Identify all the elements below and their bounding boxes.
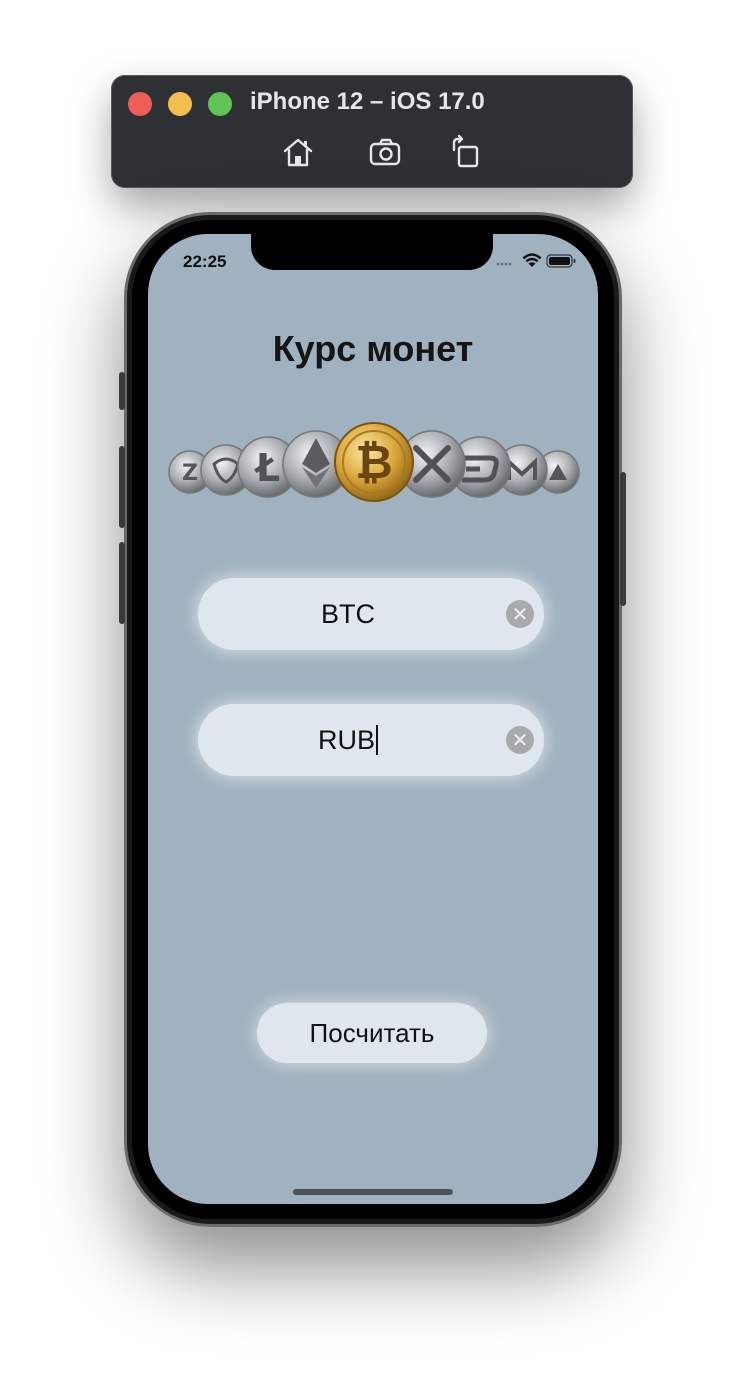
bitcoin-coin: ₿ (334, 422, 414, 502)
volume-down-button (119, 542, 125, 624)
text-cursor (376, 724, 378, 755)
svg-text:₿: ₿ (355, 435, 393, 489)
power-button (620, 472, 626, 606)
home-indicator[interactable] (293, 1189, 453, 1195)
close-window-button[interactable] (128, 92, 152, 116)
minimize-window-button[interactable] (168, 92, 192, 116)
crypto-coins-image: Z Ł ₿ (168, 422, 580, 502)
to-currency-field[interactable]: RUB ✕ (198, 704, 544, 776)
home-icon[interactable] (280, 134, 316, 170)
to-currency-value: RUB (317, 725, 375, 755)
page-title: Курс монет (272, 328, 474, 369)
clear-icon[interactable]: ✕ (506, 600, 534, 628)
svg-text:Z: Z (182, 461, 198, 486)
simulator-window: iPhone 12 – iOS 17.0 22:25 Курс монет Z … (0, 0, 744, 1378)
from-currency-value: BTC (321, 599, 375, 629)
to-currency-text: RUB (198, 704, 498, 776)
notch (251, 232, 493, 270)
screenshot-icon[interactable] (368, 134, 404, 170)
simulator-title: iPhone 12 – iOS 17.0 (250, 88, 485, 115)
signal-dots-icon (496, 262, 512, 266)
wifi-icon (522, 253, 542, 267)
rotate-icon[interactable] (448, 134, 484, 170)
svg-text:Ł: Ł (254, 446, 280, 490)
calculate-button[interactable]: Посчитать (257, 1003, 487, 1063)
mute-switch (119, 372, 125, 410)
battery-icon (546, 254, 576, 268)
status-time: 22:25 (183, 252, 227, 271)
volume-up-button (119, 446, 125, 528)
status-icons (496, 253, 576, 268)
from-currency-field[interactable]: BTC ✕ (198, 578, 544, 650)
clear-icon[interactable]: ✕ (506, 726, 534, 754)
zoom-window-button[interactable] (208, 92, 232, 116)
